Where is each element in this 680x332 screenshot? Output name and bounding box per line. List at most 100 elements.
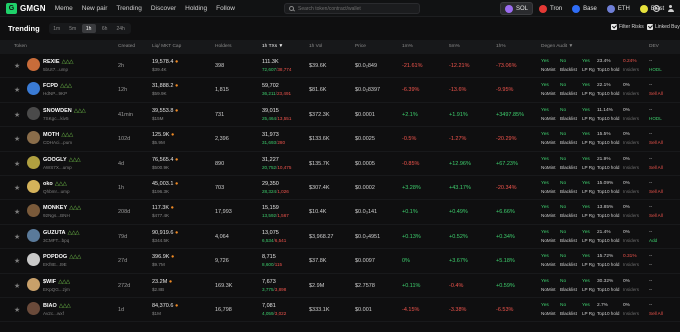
col-price[interactable]: Price [355, 44, 366, 49]
search-input[interactable] [298, 5, 418, 12]
dev-status: Sell All [649, 140, 663, 146]
token-address[interactable]: HdNP...9KP [43, 91, 67, 96]
audit-label: Insiders [623, 91, 640, 97]
col-created[interactable]: Created [118, 44, 135, 49]
logo[interactable]: G GMGN [6, 2, 46, 14]
favorite-star-icon[interactable]: ★ [14, 306, 20, 314]
nav-link-new-pair[interactable]: New pair [82, 5, 108, 12]
audit-label: Blacklist [560, 310, 577, 316]
table-row[interactable]: ★ FCPD △△△ HdNP...9KP 12h 31,888.2 ● $59.9K 1,… [0, 78, 680, 103]
token-name[interactable]: oko △△△ [43, 181, 67, 187]
favorite-star-icon[interactable]: ★ [14, 208, 20, 216]
token-name[interactable]: SNOWDEN △△△ [43, 108, 86, 114]
nav-link-discover[interactable]: Discover [151, 5, 176, 12]
token-address[interactable]: 5bUt7...ump [43, 67, 68, 72]
price: $0.0097 [355, 258, 375, 265]
dev-value: -- [649, 132, 653, 138]
txs-breakdown: 31,693/280 [262, 140, 285, 145]
audit-label: Blacklist [560, 91, 577, 97]
nav-link-holding[interactable]: Holding [185, 5, 207, 12]
chain-sol[interactable]: SOL [500, 2, 534, 15]
col-dev[interactable]: DEV [649, 44, 659, 49]
txs-count: 7,081 [262, 302, 276, 309]
token-name[interactable]: MONKEY △△△ [43, 205, 81, 211]
checkbox-checked-icon [611, 24, 617, 30]
nav-link-trending[interactable]: Trending [116, 5, 141, 12]
col-1m[interactable]: 1m% [402, 44, 413, 49]
token-name[interactable]: FCPD △△△ [43, 83, 72, 89]
token-address[interactable]: EKf8E...t9E [43, 262, 67, 267]
tab-5m[interactable]: 5m [66, 24, 80, 33]
table-row[interactable]: ★ REXIE △△△ 5bUt7...ump 2h 19,578.4 ● $39.4K 3… [0, 54, 680, 79]
col-txs[interactable]: 1h TXs ▼ [262, 44, 283, 49]
tab-1m[interactable]: 1m [50, 24, 64, 33]
token-avatar [27, 228, 40, 242]
token-name[interactable]: POPDOG △△△ [43, 254, 81, 260]
table-row[interactable]: ★ GOOGLY △△△ AWS7X...ump 4d 76,565.4 ● $500.9… [0, 152, 680, 176]
change-5m: -13.6% [449, 87, 467, 94]
tab-1h[interactable]: 1h [81, 24, 96, 33]
filter-risks-checkbox[interactable]: Filter Risks [611, 24, 644, 30]
audit-label: Top10 hold [597, 237, 620, 243]
col-token[interactable]: Token [14, 44, 27, 49]
col-1h[interactable]: 1h% [496, 44, 506, 49]
table-row[interactable]: ★ $WIF △△△ EKpQG...zjm 272d 23.2M ● $2.8B 169.… [0, 274, 680, 298]
nav-link-meme[interactable]: Meme [55, 5, 73, 12]
table-row[interactable]: ★ SNOWDEN △△△ 7SKgc...kiv5 41min 39,553.8 ● $… [0, 103, 680, 128]
col-vol[interactable]: 1h Vol [309, 44, 322, 49]
table-row[interactable]: ★ POPDOG △△△ EKf8E...t9E 27d 396.9K ● $9.7M 9,… [0, 249, 680, 274]
fire-icon: ● [174, 302, 179, 309]
col-audit[interactable]: Degen Audit ▼ [541, 44, 573, 49]
token-address[interactable]: 7SKgc...kiv5 [43, 116, 69, 121]
favorite-star-icon[interactable]: ★ [14, 86, 20, 94]
holders-count: 16,798 [215, 306, 232, 313]
favorite-star-icon[interactable]: ★ [14, 282, 20, 290]
table-row[interactable]: ★ GUZUTA △△△ 3CMFT...bpq 79d 90,919.6 ● $344.… [0, 225, 680, 250]
chain-eth[interactable]: ETH [603, 2, 634, 15]
token-address[interactable]: 92Ngs...BNH [43, 213, 70, 218]
table-row[interactable]: ★ MONKEY △△△ 92Ngs...BNH 208d 117.3K ● $477.4… [0, 200, 680, 225]
token-address[interactable]: Av2c...wxf [43, 311, 64, 316]
token-address[interactable]: 3CMFT...bpq [43, 238, 69, 243]
audit-label: NoMint [541, 213, 556, 219]
token-name[interactable]: BIAO △△△ [43, 303, 71, 309]
col-5m[interactable]: 5m% [449, 44, 460, 49]
token-name[interactable]: GUZUTA △△△ [43, 230, 80, 236]
chain-blast[interactable]: Blast [636, 2, 668, 15]
buys-count: 31,693 [262, 140, 277, 146]
sells-count: 6,541 [274, 237, 287, 243]
favorite-star-icon[interactable]: ★ [14, 135, 20, 143]
audit-value: Yes [582, 107, 590, 113]
change-5m: -0.4% [449, 282, 464, 289]
favorite-star-icon[interactable]: ★ [14, 160, 20, 168]
nav-link-follow[interactable]: Follow [216, 5, 235, 12]
token-name[interactable]: GOOGLY △△△ [43, 157, 81, 163]
table-row[interactable]: ★ oko △△△ Qhbmr...ump 1h 45,003.1 ● $196.3K 70… [0, 176, 680, 201]
audit-value: No [560, 132, 567, 138]
favorite-star-icon[interactable]: ★ [14, 257, 20, 265]
tab-24h[interactable]: 24h [114, 24, 128, 33]
chain-tron[interactable]: Tron [535, 2, 566, 15]
table-row[interactable]: ★ MOTH △△△ CDHAci...pum 102d 125.9K ● $5.9M 2,… [0, 127, 680, 152]
table-row[interactable]: ★ BIAO △△△ Av2c...wxf 1d 84,370.6 ● $1M 16,798… [0, 298, 680, 323]
token-address[interactable]: AWS7X...ump [43, 165, 72, 170]
linked-buy-checkbox[interactable]: Linked Buy [647, 24, 680, 30]
audit-value: Yes [582, 278, 590, 284]
col-holders[interactable]: Holders [215, 44, 232, 49]
user-icon[interactable] [667, 5, 674, 12]
col-liq[interactable]: Liq/ MKT Cap [152, 44, 181, 49]
token-name[interactable]: MOTH △△△ [43, 132, 73, 138]
favorite-star-icon[interactable]: ★ [14, 184, 20, 192]
token-name[interactable]: $WIF △△△ [43, 279, 70, 285]
tab-6h[interactable]: 6h [98, 24, 112, 33]
favorite-star-icon[interactable]: ★ [14, 111, 20, 119]
token-address[interactable]: Qhbmr...ump [43, 189, 70, 194]
token-name[interactable]: REXIE △△△ [43, 59, 74, 65]
settings-gear-icon[interactable] [653, 5, 660, 12]
audit-label: Top10 hold [597, 164, 620, 170]
token-address[interactable]: EKpQG...zjm [43, 287, 70, 292]
token-address[interactable]: CDHAci...pum [43, 140, 72, 145]
chain-base[interactable]: Base [568, 2, 601, 15]
favorite-star-icon[interactable]: ★ [14, 62, 20, 70]
favorite-star-icon[interactable]: ★ [14, 233, 20, 241]
